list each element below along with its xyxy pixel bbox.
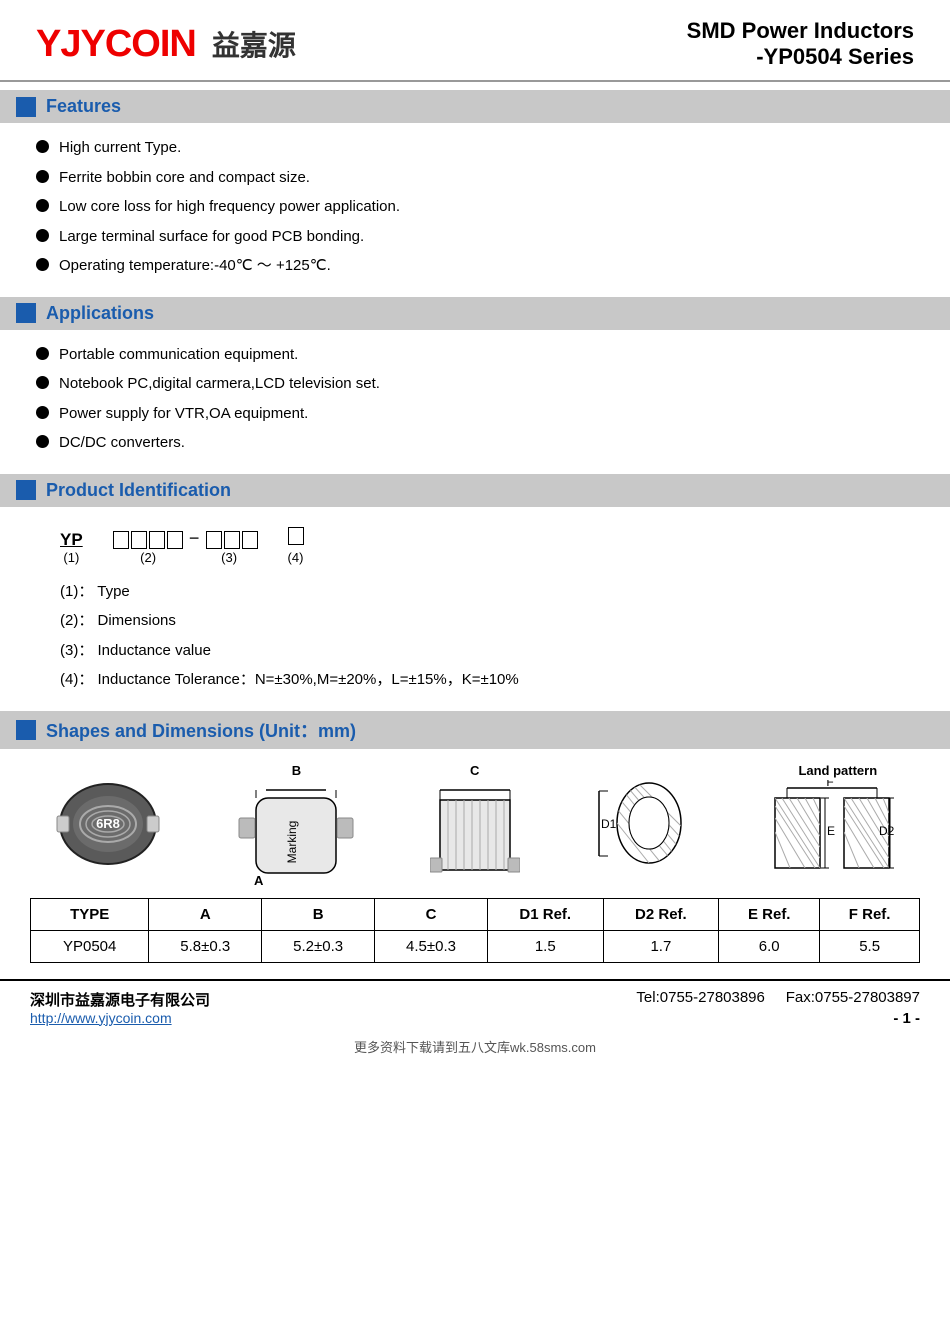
shapes-figures: 6R8 B Marking A bbox=[20, 763, 930, 890]
svg-text:D2: D2 bbox=[879, 824, 895, 838]
dimensions-table: TYPE A B C D1 Ref. D2 Ref. E Ref. F Ref.… bbox=[30, 898, 920, 963]
figure-land-pattern: Land pattern F bbox=[767, 763, 897, 890]
footer-left: 深圳市益嘉源电子有限公司 http://www.yjycoin.com bbox=[30, 989, 210, 1026]
list-item: Ferrite bobbin core and compact size. bbox=[36, 167, 914, 190]
list-item: DC/DC converters. bbox=[36, 432, 914, 455]
list-item: Notebook PC,digital carmera,LCD televisi… bbox=[36, 373, 914, 396]
list-item: Large terminal surface for good PCB bond… bbox=[36, 226, 914, 249]
figure-d1d2: D1 bbox=[594, 771, 694, 881]
logo-area: YJYCOIN 益嘉源 bbox=[36, 23, 296, 66]
list-item: Operating temperature:-40℃ ～ +125℃. bbox=[36, 255, 914, 278]
bullet-dot bbox=[36, 140, 49, 153]
page-header: YJYCOIN 益嘉源 SMD Power Inductors -YP0504 … bbox=[0, 0, 950, 82]
list-item: Low core loss for high frequency power a… bbox=[36, 196, 914, 219]
footer-right: Tel:0755-27803896 Fax:0755-27803897 - 1 … bbox=[636, 989, 920, 1027]
logo-cn: 益嘉源 bbox=[212, 24, 296, 64]
cell-c: 4.5±0.3 bbox=[375, 930, 488, 962]
cell-d1: 1.5 bbox=[487, 930, 603, 962]
svg-text:6R8: 6R8 bbox=[96, 816, 120, 831]
logo-red: YJYCOIN bbox=[36, 23, 196, 66]
features-list: High current Type. Ferrite bobbin core a… bbox=[0, 133, 950, 293]
bullet-dot bbox=[36, 170, 49, 183]
list-item: (3)： Inductance value bbox=[60, 640, 890, 663]
cell-type: YP0504 bbox=[31, 930, 149, 962]
bullet-dot bbox=[36, 376, 49, 389]
product-id-blue-square bbox=[16, 480, 36, 500]
bullet-dot bbox=[36, 435, 49, 448]
features-section-bar: Features bbox=[0, 90, 950, 123]
cell-e: 6.0 bbox=[719, 930, 820, 962]
cell-a: 5.8±0.3 bbox=[149, 930, 262, 962]
list-item: (1)： Type bbox=[60, 581, 890, 604]
product-id-diagram: YP (1) − (2) (3) bbox=[60, 527, 890, 565]
contact-info: Tel:0755-27803896 Fax:0755-27803897 bbox=[636, 989, 920, 1006]
col-d2: D2 Ref. bbox=[603, 898, 719, 930]
applications-list: Portable communication equipment. Notebo… bbox=[0, 340, 950, 470]
cell-f: 5.5 bbox=[820, 930, 920, 962]
applications-section-bar: Applications bbox=[0, 297, 950, 330]
shapes-blue-square bbox=[16, 720, 36, 740]
product-id-section-bar: Product Identification bbox=[0, 474, 950, 507]
list-item: (4)： Inductance Tolerance：N=±30%,M=±20%，… bbox=[60, 669, 890, 692]
company-name: 深圳市益嘉源电子有限公司 bbox=[30, 989, 210, 1010]
header-title: SMD Power Inductors -YP0504 Series bbox=[687, 18, 914, 70]
cell-b: 5.2±0.3 bbox=[262, 930, 375, 962]
cell-d2: 1.7 bbox=[603, 930, 719, 962]
component-photo: 6R8 bbox=[53, 774, 163, 878]
shapes-title: Shapes and Dimensions (Unit：mm) bbox=[46, 717, 356, 743]
col-c: C bbox=[375, 898, 488, 930]
watermark: 更多资料下载请到五八文库wk.58sms.com bbox=[0, 1031, 950, 1066]
features-title: Features bbox=[46, 96, 121, 117]
svg-text:Marking: Marking bbox=[285, 820, 299, 863]
bullet-dot bbox=[36, 229, 49, 242]
bullet-dot bbox=[36, 406, 49, 419]
applications-blue-square bbox=[16, 303, 36, 323]
website-link[interactable]: http://www.yjycoin.com bbox=[30, 1010, 210, 1026]
bullet-dot bbox=[36, 199, 49, 212]
svg-text:F: F bbox=[827, 780, 834, 789]
title-line2: -YP0504 Series bbox=[687, 44, 914, 70]
list-item: Portable communication equipment. bbox=[36, 344, 914, 367]
applications-title: Applications bbox=[46, 303, 154, 324]
fax: Fax:0755-27803897 bbox=[786, 989, 920, 1006]
bullet-dot bbox=[36, 347, 49, 360]
page-footer: 深圳市益嘉源电子有限公司 http://www.yjycoin.com Tel:… bbox=[0, 979, 950, 1031]
bullet-dot bbox=[36, 258, 49, 271]
col-type: TYPE bbox=[31, 898, 149, 930]
figure-c: C bbox=[430, 763, 520, 890]
col-e: E Ref. bbox=[719, 898, 820, 930]
product-id-title: Product Identification bbox=[46, 480, 231, 501]
shapes-section-bar: Shapes and Dimensions (Unit：mm) bbox=[0, 711, 950, 749]
col-d1: D1 Ref. bbox=[487, 898, 603, 930]
figure-ab: B Marking A bbox=[236, 763, 356, 890]
list-item: Power supply for VTR,OA equipment. bbox=[36, 403, 914, 426]
list-item: High current Type. bbox=[36, 137, 914, 160]
features-blue-square bbox=[16, 97, 36, 117]
dimensions-table-area: TYPE A B C D1 Ref. D2 Ref. E Ref. F Ref.… bbox=[0, 898, 950, 963]
page-number: - 1 - bbox=[636, 1010, 920, 1027]
svg-text:A: A bbox=[254, 873, 264, 888]
list-item: (2)： Dimensions bbox=[60, 610, 890, 633]
table-row: YP0504 5.8±0.3 5.2±0.3 4.5±0.3 1.5 1.7 6… bbox=[31, 930, 920, 962]
col-a: A bbox=[149, 898, 262, 930]
col-f: F Ref. bbox=[820, 898, 920, 930]
tel: Tel:0755-27803896 bbox=[636, 989, 764, 1006]
legend-list: (1)： Type (2)： Dimensions (3)： Inductanc… bbox=[0, 575, 950, 707]
title-line1: SMD Power Inductors bbox=[687, 18, 914, 44]
svg-text:E: E bbox=[827, 824, 835, 838]
col-b: B bbox=[262, 898, 375, 930]
svg-text:D1: D1 bbox=[601, 817, 617, 831]
